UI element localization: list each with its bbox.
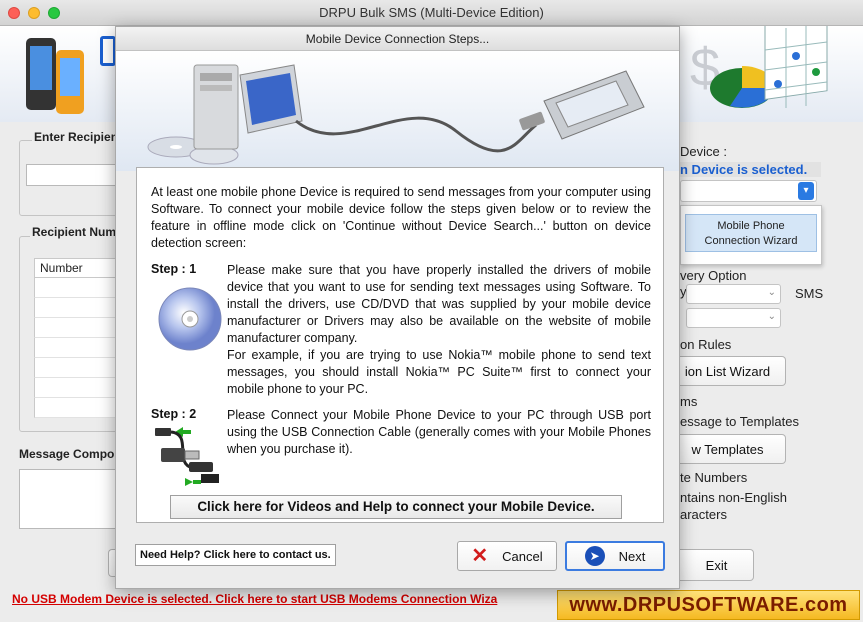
- table-row[interactable]: [34, 338, 116, 358]
- next-button-label: Next: [618, 548, 646, 564]
- table-row[interactable]: [34, 298, 116, 318]
- exit-button[interactable]: Exit: [672, 549, 754, 581]
- sms-label: SMS: [795, 286, 824, 301]
- usb-modem-status-link[interactable]: No USB Modem Device is selected. Click h…: [12, 592, 497, 606]
- connection-steps-dialog: Mobile Device Connection Steps... At lea…: [115, 26, 680, 589]
- cancel-button[interactable]: ✕ Cancel: [457, 541, 557, 571]
- wizard-button-line2: Connection Wizard: [704, 235, 798, 247]
- arrow-right-icon: ➤: [584, 546, 605, 566]
- mobile-phone-wizard-button[interactable]: Mobile Phone Connection Wizard: [685, 214, 817, 252]
- dialog-title: Mobile Device Connection Steps...: [116, 27, 679, 51]
- usb-cable-icon: [155, 427, 219, 486]
- window-title: DRPU Bulk SMS (Multi-Device Edition): [319, 5, 544, 20]
- chart-logo-icon: $: [690, 26, 828, 108]
- recipient-input[interactable]: [26, 164, 121, 186]
- table-row[interactable]: [34, 318, 116, 338]
- minimize-window-icon[interactable]: [28, 7, 40, 19]
- chevron-down-icon: ⌄: [767, 287, 776, 298]
- videos-help-button[interactable]: Click here for Videos and Help to connec…: [170, 495, 622, 519]
- step1-label: Step : 1: [151, 262, 197, 276]
- table-row[interactable]: [34, 358, 116, 378]
- window-titlebar: DRPU Bulk SMS (Multi-Device Edition): [0, 0, 863, 26]
- wizard-dropdown-panel: Mobile Phone Connection Wizard: [680, 205, 822, 265]
- delivery-select[interactable]: ⌄: [686, 284, 781, 304]
- chevron-down-icon: ⌄: [767, 311, 776, 322]
- app-logo-fragment: [100, 36, 116, 66]
- view-templates-button[interactable]: w Templates: [670, 434, 786, 464]
- message-composer-label: Message Compo: [19, 447, 115, 461]
- chevron-down-icon[interactable]: ▾: [798, 182, 814, 200]
- secondary-select[interactable]: ⌄: [686, 308, 781, 328]
- non-english-label-line1: ntains non-English: [680, 490, 787, 505]
- dialog-banner: [116, 51, 679, 171]
- exit-button-label: Exit: [705, 557, 728, 573]
- device-select[interactable]: ▾: [680, 180, 817, 202]
- number-column-header[interactable]: Number: [34, 258, 116, 278]
- items-label: ms: [680, 394, 698, 409]
- duplicate-numbers-label: te Numbers: [680, 470, 748, 485]
- cancel-button-label: Cancel: [502, 548, 543, 564]
- cd-disc-icon: [158, 287, 222, 351]
- enter-recipient-label: Enter Recipient: [32, 130, 125, 144]
- table-row[interactable]: [34, 278, 116, 298]
- next-button[interactable]: ➤ Next: [565, 541, 665, 571]
- wizard-button-line1: Mobile Phone: [717, 220, 785, 232]
- red-x-icon: ✕: [471, 545, 489, 567]
- save-template-label: essage to Templates: [680, 414, 799, 429]
- brand-banner[interactable]: www.DRPUSOFTWARE.com: [557, 590, 860, 620]
- message-textarea[interactable]: [19, 469, 121, 529]
- device-label: Device :: [680, 144, 727, 159]
- step2-label: Step : 2: [151, 407, 197, 421]
- table-row[interactable]: [34, 378, 116, 398]
- exclusion-list-wizard-button[interactable]: ion List Wizard: [670, 356, 786, 386]
- close-window-icon[interactable]: [8, 7, 20, 19]
- contact-us-button[interactable]: Need Help? Click here to contact us.: [135, 544, 336, 566]
- step1-text: Please make sure that you have properly …: [227, 263, 651, 345]
- instructions-panel: At least one mobile phone Device is requ…: [136, 167, 664, 523]
- pc-to-phone-illustration-icon: [147, 64, 645, 165]
- device-status-text: n Device is selected.: [680, 162, 822, 177]
- exclusion-rules-label: on Rules: [680, 337, 732, 352]
- zoom-window-icon[interactable]: [48, 7, 60, 19]
- step1-example-text: For example, if you are trying to use No…: [227, 348, 651, 396]
- recipient-number-label: Recipient Numb: [30, 225, 126, 239]
- step2-text: Please Connect your Mobile Phone Device …: [227, 408, 651, 456]
- delivery-option-label: very Option: [680, 268, 747, 283]
- intro-text: At least one mobile phone Device is requ…: [151, 185, 651, 250]
- table-row[interactable]: [34, 398, 116, 418]
- non-english-label-line2: aracters: [680, 507, 727, 522]
